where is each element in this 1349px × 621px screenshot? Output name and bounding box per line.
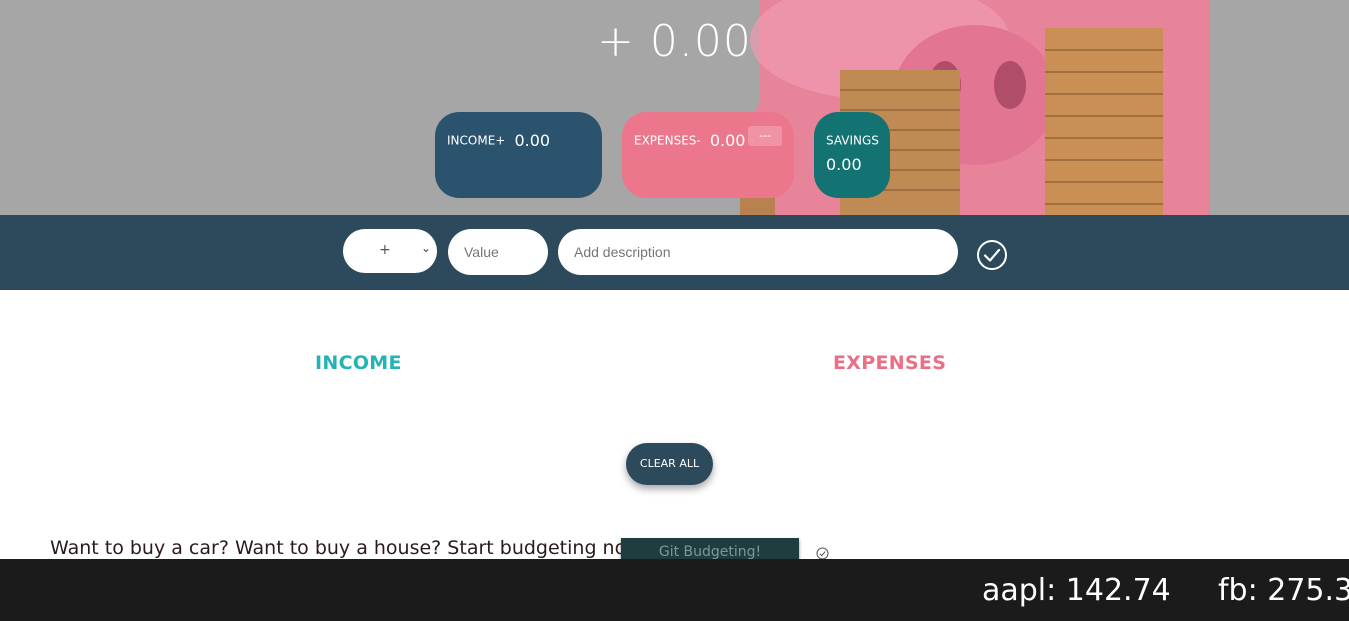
- savings-summary-card: SAVINGS 0.00: [814, 112, 890, 198]
- chevron-down-icon: ⌄: [421, 241, 432, 255]
- budget-total: + 0.00: [597, 16, 752, 67]
- hero-banner: + 0.00 INCOME+ 0.00 EXPENSES- 0.00 --- S…: [0, 0, 1349, 215]
- expenses-percentage-badge: ---: [748, 126, 782, 146]
- income-value: 0.00: [514, 131, 551, 150]
- checkmark-circle-icon[interactable]: [976, 239, 1008, 271]
- ticker-item: aapl: 142.74: [982, 573, 1171, 608]
- type-select[interactable]: + ⌄: [343, 229, 437, 273]
- savings-value: 0.00: [826, 155, 862, 174]
- income-list-title: INCOME: [315, 352, 402, 374]
- promo-text: Want to buy a car? Want to buy a house? …: [50, 537, 650, 559]
- value-input[interactable]: [448, 229, 548, 275]
- expenses-summary-card: EXPENSES- 0.00 ---: [622, 112, 794, 198]
- description-input[interactable]: [558, 229, 958, 275]
- income-summary-card: INCOME+ 0.00: [435, 112, 602, 198]
- clear-all-button[interactable]: CLEAR ALL: [626, 443, 713, 485]
- expenses-list-title: EXPENSES: [833, 352, 947, 374]
- expenses-label: EXPENSES-: [634, 133, 701, 148]
- savings-label: SAVINGS: [826, 133, 879, 148]
- income-label: INCOME+: [447, 133, 506, 148]
- ticker-item: fb: 275.32: [1218, 573, 1349, 608]
- add-item-bar: + ⌄: [0, 215, 1349, 290]
- type-select-value: +: [379, 242, 391, 258]
- stock-ticker: aapl: 142.74 fb: 275.32: [0, 559, 1349, 621]
- expenses-value: 0.00: [709, 131, 746, 150]
